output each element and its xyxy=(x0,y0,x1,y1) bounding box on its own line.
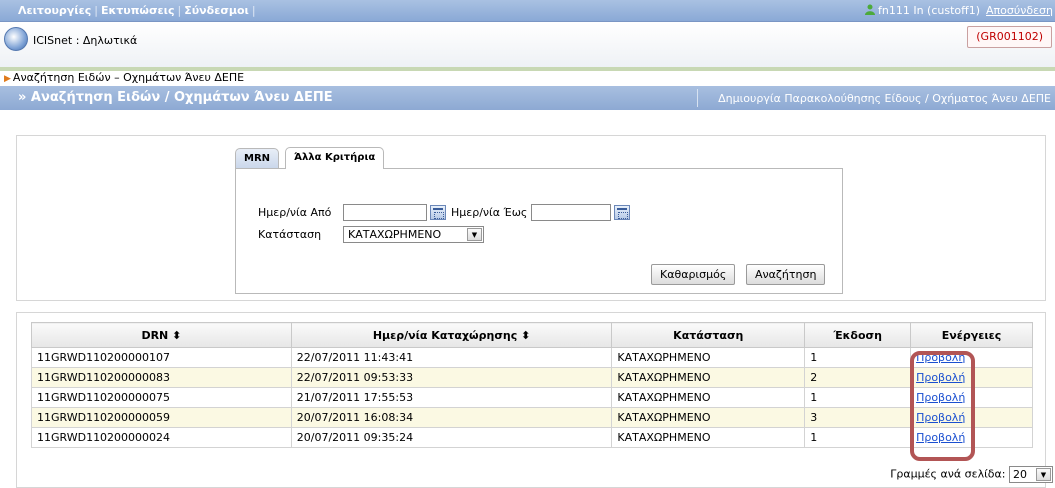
clear-button[interactable]: Καθαρισμός xyxy=(651,264,736,285)
user-name: fn111 In (custoff1) xyxy=(878,4,981,17)
user-icon xyxy=(865,4,875,15)
cell-drn: 11GRWD110200000083 xyxy=(31,367,292,388)
cell-status: ΚΑΤΑΧΩΡΗΜΕΝΟ xyxy=(611,367,806,388)
cell-drn: 11GRWD110200000107 xyxy=(31,347,292,368)
cell-date: 20/07/2011 09:35:24 xyxy=(290,427,613,448)
logout-link[interactable]: Αποσύνδεση xyxy=(986,4,1053,17)
calendar-icon[interactable] xyxy=(430,205,446,220)
top-menu: Λειτουργίες | Εκτυπώσεις | Σύνδεσμοι | xyxy=(18,4,259,17)
cell-date: 21/07/2011 17:55:53 xyxy=(290,387,613,408)
cell-status: ΚΑΤΑΧΩΡΗΜΕΝΟ xyxy=(611,387,806,408)
results-table: DRN ⬍ Ημερ/νία Καταχώρησης ⬍ Κατάσταση Έ… xyxy=(31,322,1033,448)
office-code-badge: (GR001102) xyxy=(967,26,1052,48)
cell-version: 1 xyxy=(804,427,912,448)
column-header-version: Έκδοση xyxy=(804,322,912,348)
cell-version: 3 xyxy=(804,407,912,428)
menu-separator: | xyxy=(177,4,182,17)
menu-item-functions[interactable]: Λειτουργίες xyxy=(18,4,91,17)
cell-date: 22/07/2011 11:43:41 xyxy=(290,347,613,368)
rows-per-page-select[interactable]: 20 ▼ xyxy=(1009,466,1053,483)
date-from-label: Ημερ/νία Από xyxy=(258,206,332,219)
cell-status: ΚΑΤΑΧΩΡΗΜΕΝΟ xyxy=(611,347,806,368)
status-select-value: ΚΑΤΑΧΩΡΗΜΕΝΟ xyxy=(348,228,442,241)
breadcrumb: ▶ Αναζήτηση Ειδών – Οχημάτων Άνευ ΔΕΠΕ xyxy=(4,71,244,84)
app-header: ICISnet : Δηλωτικά (GR001102) xyxy=(0,23,1055,68)
results-panel: DRN ⬍ Ημερ/νία Καταχώρησης ⬍ Κατάσταση Έ… xyxy=(16,312,1046,488)
status-label: Κατάσταση xyxy=(258,228,322,241)
table-row: 11GRWD110200000059 20/07/2011 16:08:34 Κ… xyxy=(31,407,1033,428)
rows-per-page-value: 20 xyxy=(1013,468,1027,481)
calendar-icon[interactable] xyxy=(614,205,630,220)
search-criteria-form: Ημερ/νία Από Ημερ/νία Έως Κατάσταση ΚΑΤΑ… xyxy=(235,168,843,294)
rows-per-page-control: Γραμμές ανά σελίδα: 20 ▼ xyxy=(890,466,1053,483)
cell-date: 22/07/2011 09:53:33 xyxy=(290,367,613,388)
rows-per-page-label: Γραμμές ανά σελίδα: xyxy=(890,467,1006,481)
table-row: 11GRWD110200000075 21/07/2011 17:55:53 Κ… xyxy=(31,387,1033,408)
cell-drn: 11GRWD110200000075 xyxy=(31,387,292,408)
breadcrumb-item[interactable]: Αναζήτηση Ειδών – Οχημάτων Άνευ ΔΕΠΕ xyxy=(13,71,244,84)
tab-mrn-label: MRN xyxy=(244,153,271,164)
cell-drn: 11GRWD110200000024 xyxy=(31,427,292,448)
cell-drn: 11GRWD110200000059 xyxy=(31,407,292,428)
table-row: 11GRWD110200000107 22/07/2011 11:43:41 Κ… xyxy=(31,347,1033,368)
chevron-down-icon: ▼ xyxy=(1036,468,1051,481)
cell-status: ΚΑΤΑΧΩΡΗΜΕΝΟ xyxy=(611,427,806,448)
column-header-actions: Ενέργειες xyxy=(910,322,1033,348)
page-title-bar: » Αναζήτηση Ειδών / Οχημάτων Άνευ ΔΕΠΕ Δ… xyxy=(0,86,1055,110)
date-from-input[interactable] xyxy=(343,204,427,221)
cell-status: ΚΑΤΑΧΩΡΗΜΕΝΟ xyxy=(611,407,806,428)
top-menu-bar: Λειτουργίες | Εκτυπώσεις | Σύνδεσμοι | fn111 … xyxy=(0,0,1055,22)
menu-item-prints[interactable]: Εκτυπώσεις xyxy=(101,4,175,17)
cell-version: 1 xyxy=(804,347,912,368)
create-tracking-link[interactable]: Δημιουργία Παρακολούθησης Είδους / Οχήμα… xyxy=(718,92,1051,105)
chevron-down-icon: ▼ xyxy=(467,228,482,241)
search-panel: MRN Άλλα Κριτήρια Ημερ/νία Από Ημερ/νία … xyxy=(16,135,1046,301)
user-info: fn111 In (custoff1) Αποσύνδεση xyxy=(865,4,1053,17)
breadcrumb-arrow-icon: ▶ xyxy=(4,74,11,84)
icisnet-logo xyxy=(4,27,28,51)
tab-other-criteria-label: Άλλα Κριτήρια xyxy=(294,152,376,163)
tab-other-criteria[interactable]: Άλλα Κριτήρια xyxy=(285,147,385,169)
menu-separator: | xyxy=(251,4,256,17)
table-row: 11GRWD110200000024 20/07/2011 09:35:24 Κ… xyxy=(31,427,1033,448)
tab-mrn[interactable]: MRN xyxy=(235,148,280,169)
date-to-input[interactable] xyxy=(531,204,611,221)
column-header-status: Κατάσταση xyxy=(611,322,806,348)
menu-separator: | xyxy=(94,4,98,17)
page-title: » Αναζήτηση Ειδών / Οχημάτων Άνευ ΔΕΠΕ xyxy=(18,90,333,105)
cell-version: 2 xyxy=(804,367,912,388)
cell-version: 1 xyxy=(804,387,912,408)
title-bar-divider xyxy=(697,89,698,107)
app-title: ICISnet : Δηλωτικά xyxy=(33,34,138,47)
actions-highlight-box xyxy=(910,351,975,461)
menu-item-links[interactable]: Σύνδεσμοι xyxy=(184,4,249,17)
date-to-label: Ημερ/νία Έως xyxy=(451,206,528,219)
column-header-drn[interactable]: DRN ⬍ xyxy=(31,322,292,348)
cell-date: 20/07/2011 16:08:34 xyxy=(290,407,613,428)
column-header-date[interactable]: Ημερ/νία Καταχώρησης ⬍ xyxy=(290,322,613,348)
search-button[interactable]: Αναζήτηση xyxy=(746,264,826,285)
table-header-row: DRN ⬍ Ημερ/νία Καταχώρησης ⬍ Κατάσταση Έ… xyxy=(31,322,1033,348)
table-row: 11GRWD110200000083 22/07/2011 09:53:33 Κ… xyxy=(31,367,1033,388)
status-select[interactable]: ΚΑΤΑΧΩΡΗΜΕΝΟ ▼ xyxy=(343,226,484,243)
